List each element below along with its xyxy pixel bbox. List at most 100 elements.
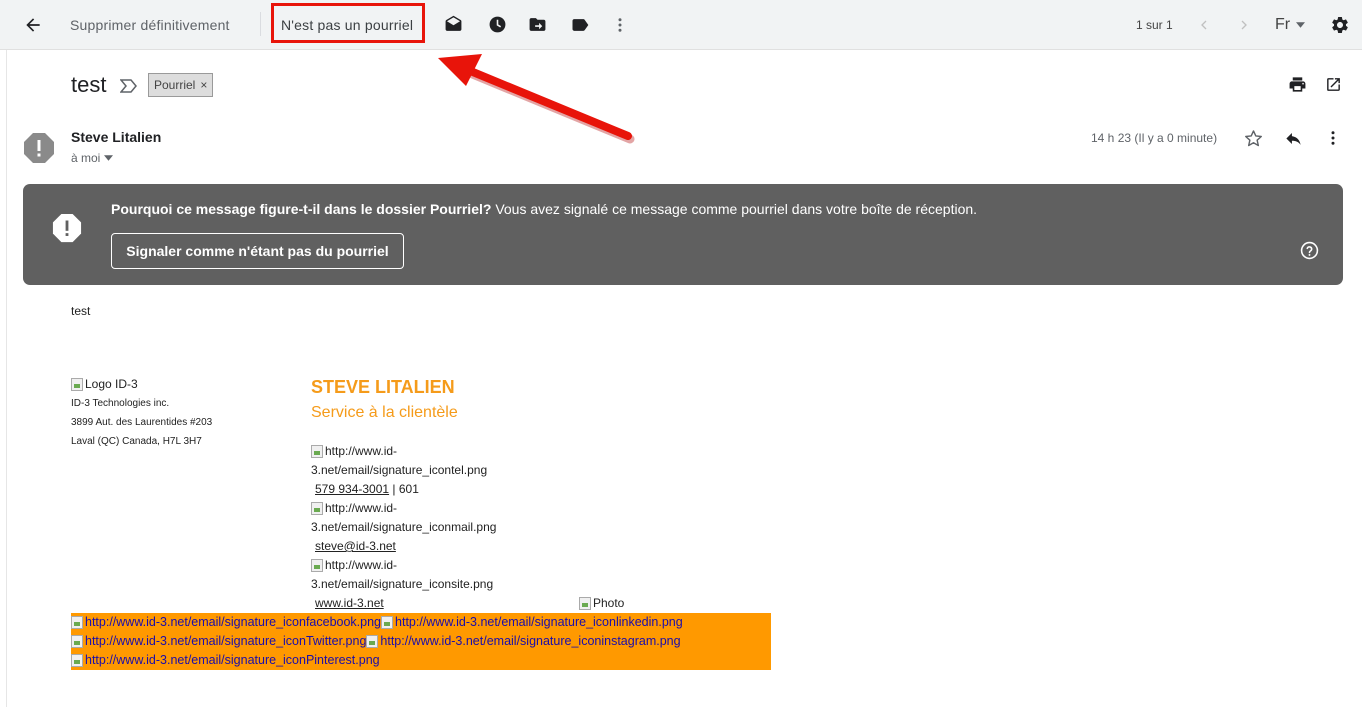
broken-image-icon [311,559,323,572]
photo-image: Photo [579,596,624,610]
pinterest-link[interactable]: http://www.id-3.net/email/signature_icon… [71,653,380,667]
phone-line: 579 934-3001 | 601 [315,482,419,496]
spam-question: Pourquoi ce message figure-t-il dans le … [111,201,492,217]
social-row-1: http://www.id-3.net/email/signature_icon… [71,615,683,629]
move-to-button[interactable] [524,0,550,49]
chevron-left-icon [1201,20,1207,29]
phone-link[interactable]: 579 934-3001 [315,482,389,496]
twitter-link[interactable]: http://www.id-3.net/email/signature_icon… [71,634,366,648]
tel-icon-image: http://www.id- [311,444,397,458]
exclamation-icon [52,213,82,243]
language-selector[interactable]: Fr [1273,0,1307,49]
website-line: www.id-3.net [315,596,384,610]
important-marker-icon[interactable] [120,78,138,94]
phone-extension: | 601 [389,482,419,496]
message-pane [6,50,1362,707]
caret-down-icon [1296,21,1306,28]
site-icon-image: http://www.id- [311,558,397,572]
sender-name: Steve Litalien [71,129,162,145]
delete-forever-button[interactable]: Supprimer définitivement [70,0,230,49]
message-more-button[interactable] [1322,127,1344,149]
email-subject: test [71,72,107,97]
logo-alt-text: Logo ID-3 [85,377,138,391]
open-in-new-icon [1326,77,1340,91]
linkedin-alt-text: http://www.id-3.net/email/signature_icon… [395,615,683,629]
signature-name: STEVE LITALIEN [311,377,455,397]
caret-down-icon [104,155,114,161]
back-button[interactable] [18,0,48,49]
reply-icon [1285,132,1301,145]
report-not-spam-button[interactable]: Signaler comme n'étant pas du pourriel [111,233,404,269]
spam-sender-avatar [24,133,54,163]
facebook-link[interactable]: http://www.id-3.net/email/signature_icon… [71,615,381,629]
label-icon [572,18,589,31]
toolbar-divider [260,12,261,36]
instagram-link[interactable]: http://www.id-3.net/email/signature_icon… [366,634,681,648]
folder-move-icon [529,18,545,31]
signature-role: Service à la clientèle [311,404,458,421]
website-link[interactable]: www.id-3.net [315,596,384,610]
open-new-window-button[interactable] [1322,73,1344,95]
reply-button[interactable] [1282,127,1304,149]
recipient-dropdown[interactable]: à moi [71,151,114,165]
mail-alt-line-2: 3.net/email/signature_iconmail.png [311,520,497,534]
help-icon[interactable] [1300,241,1319,260]
message-time: 14 h 23 (Il y a 0 minute) [1091,131,1218,145]
broken-image-icon [71,635,83,648]
printer-icon [1289,76,1305,92]
envelope-open-icon [445,15,461,31]
label-chip-text: Pourriel [154,78,196,92]
chevron-right-icon [1241,20,1247,29]
pinterest-alt-text: http://www.id-3.net/email/signature_icon… [85,653,380,667]
tel-alt-line-1: http://www.id- [325,444,398,458]
broken-image-icon [366,635,379,648]
newer-button[interactable] [1234,0,1254,49]
spam-warning-banner: Pourquoi ce message figure-t-il dans le … [23,184,1343,285]
annotation-highlight-box [271,3,425,43]
arrow-left-icon [26,17,40,32]
language-label: Fr [1274,15,1291,33]
mark-unread-button[interactable] [440,0,466,49]
broken-image-icon [311,445,323,458]
labels-button[interactable] [567,0,593,49]
print-button[interactable] [1286,73,1308,95]
site-alt-line-1: http://www.id- [325,558,398,572]
snooze-button[interactable] [484,0,510,49]
social-row-2: http://www.id-3.net/email/signature_icon… [71,634,681,648]
email-line: steve@id-3.net [315,539,396,553]
older-button[interactable] [1194,0,1214,49]
recipient-label: à moi [71,151,101,165]
broken-image-icon [71,654,83,667]
settings-button[interactable] [1328,0,1352,49]
spam-explanation: Pourquoi ce message figure-t-il dans le … [111,201,977,217]
mail-alt-line-1: http://www.id- [325,501,398,515]
social-links-bar: http://www.id-3.net/email/signature_icon… [71,613,771,670]
star-button[interactable] [1242,127,1264,149]
email-link[interactable]: steve@id-3.net [315,539,396,553]
star-icon [1244,129,1262,146]
facebook-alt-text: http://www.id-3.net/email/signature_icon… [85,615,382,629]
more-vertical-icon [1331,131,1335,145]
photo-alt-text: Photo [593,596,625,610]
gear-icon [1332,16,1348,33]
linkedin-link[interactable]: http://www.id-3.net/email/signature_icon… [381,615,683,629]
twitter-alt-text: http://www.id-3.net/email/signature_icon… [85,634,367,648]
broken-image-icon [71,616,83,629]
message-body-text: test [71,304,91,318]
more-vertical-icon [618,17,622,32]
broken-image-icon [381,616,394,629]
annotation-arrow [438,54,635,144]
address-line-2: Laval (QC) Canada, H7L 3H7 [71,436,202,447]
social-row-3: http://www.id-3.net/email/signature_icon… [71,653,380,667]
spam-label-chip: Pourriel × [148,73,214,97]
clock-icon [489,16,505,33]
toolbar: Supprimer définitivement N'est pas un po… [0,0,1362,50]
instagram-alt-text: http://www.id-3.net/email/signature_icon… [380,634,681,648]
more-actions-button[interactable] [608,0,632,49]
broken-image-icon [579,597,591,610]
remove-label-icon[interactable]: × [200,78,207,92]
company-name: ID-3 Technologies inc. [71,398,170,409]
mail-icon-image: http://www.id- [311,501,397,515]
site-alt-line-2: 3.net/email/signature_iconsite.png [311,577,494,591]
pagination-label: 1 sur 1 [1136,17,1173,32]
